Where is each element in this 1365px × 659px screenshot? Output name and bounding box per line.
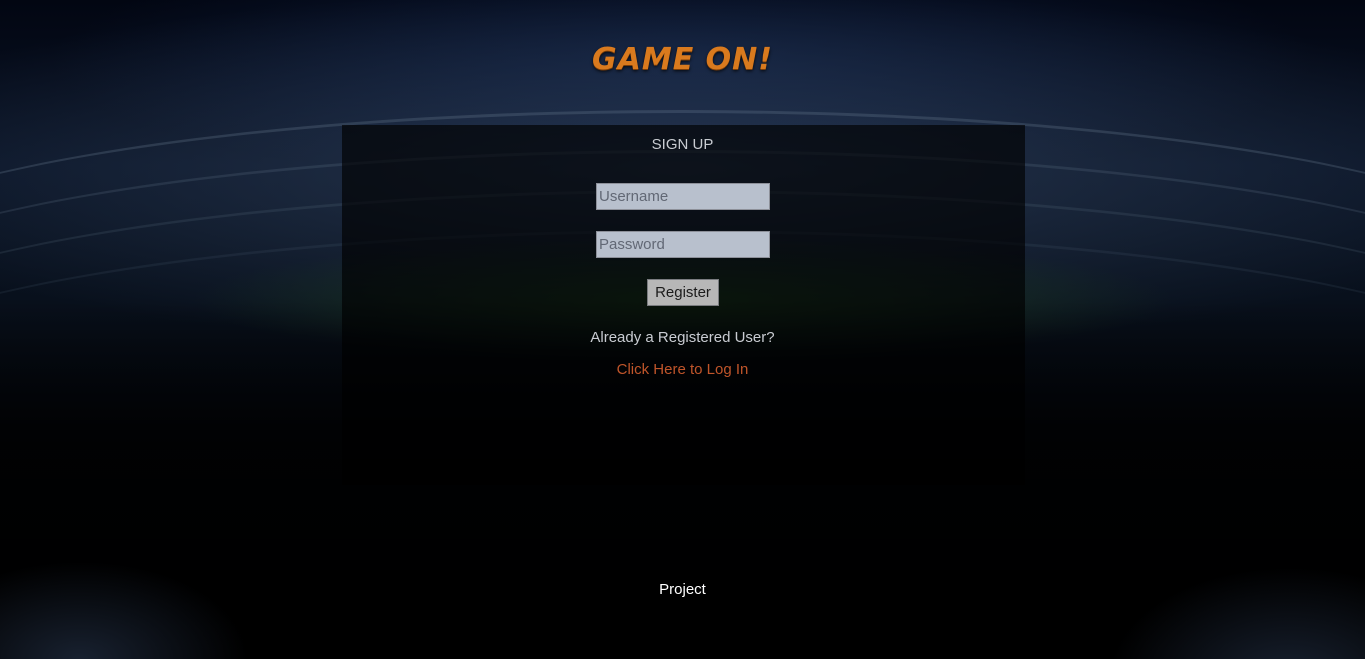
register-button[interactable]: Register: [647, 279, 719, 306]
username-input[interactable]: [596, 183, 770, 210]
already-registered-text: Already a Registered User?: [590, 329, 775, 346]
password-input[interactable]: [596, 231, 770, 258]
footer-text: Project: [659, 581, 706, 598]
game-on-logo: GAME ON!: [592, 42, 773, 77]
signup-title: SIGN UP: [651, 136, 714, 153]
login-link-container: Click Here to Log In: [0, 361, 1365, 378]
login-link[interactable]: Click Here to Log In: [617, 361, 749, 378]
page-background: GAME ON! SIGN UP Register Already a Regi…: [0, 0, 1365, 659]
